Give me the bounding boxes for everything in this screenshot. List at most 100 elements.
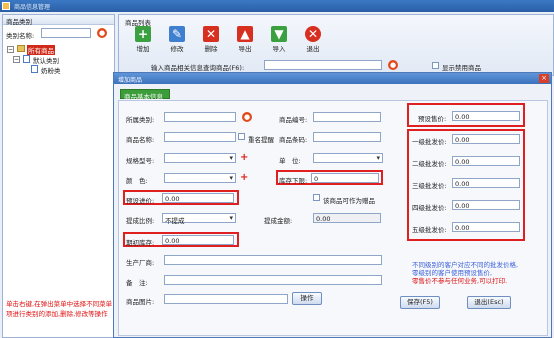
category-name-label: 类别名称: bbox=[6, 32, 35, 40]
dialog-exit-button[interactable]: 退出(Esc) bbox=[467, 296, 511, 309]
price-note-line: 零售价不参与任何业务,可以打印. bbox=[412, 277, 508, 285]
manufacturer-input[interactable] bbox=[164, 255, 382, 265]
name-duplicate-checkbox[interactable] bbox=[238, 133, 245, 140]
unit-label: 单 位: bbox=[279, 157, 301, 165]
price-note-line: 零级别的客户使用预设售价, bbox=[412, 269, 493, 277]
show-disabled-checkbox[interactable] bbox=[432, 62, 439, 69]
toolbar: + 增加 ✎ 修改 ✕ 删除 ▲ 导出 ▼ 导入 ✕ 退出 bbox=[131, 26, 351, 56]
level2-price-label: 二级批发价: bbox=[412, 160, 447, 168]
export-button[interactable]: ▲ 导出 bbox=[233, 26, 257, 56]
level1-price-input[interactable]: 0.00 bbox=[452, 134, 520, 144]
import-icon: ▼ bbox=[271, 26, 287, 42]
level4-price-input[interactable]: 0.00 bbox=[452, 200, 520, 210]
category-name-input[interactable] bbox=[41, 28, 91, 38]
folder-icon bbox=[17, 45, 25, 52]
level3-price-label: 三级批发价: bbox=[412, 182, 447, 190]
product-query-input[interactable] bbox=[264, 60, 382, 70]
add-spec-icon[interactable]: + bbox=[240, 153, 248, 163]
product-no-label: 商品编号: bbox=[279, 116, 308, 124]
add-button[interactable]: + 增加 bbox=[131, 26, 155, 56]
color-label: 颜 色: bbox=[126, 177, 148, 185]
level1-price-label: 一级批发价: bbox=[412, 138, 447, 146]
stock-limit-label: 库存下限: bbox=[279, 177, 308, 185]
show-disabled-label: 显示禁用商品 bbox=[442, 64, 481, 72]
edit-button-label: 修改 bbox=[170, 45, 184, 53]
product-query-label: 输入商品相关信息查询商品(F6): bbox=[151, 64, 245, 72]
image-operate-button[interactable]: 操作 bbox=[292, 292, 322, 305]
sale-price-input[interactable]: 0.00 bbox=[452, 111, 520, 121]
category-pane: 商品类别 类别名称: ● − 所有商品 − 默认类别 奶粉类 单击右键,在弹出菜… bbox=[2, 14, 115, 338]
product-search-button[interactable]: ● bbox=[388, 60, 398, 70]
add-button-label: 增加 bbox=[136, 45, 150, 53]
category-input[interactable] bbox=[164, 112, 236, 122]
add-product-dialog: 增加商品 × 商品基本信息 所属类别: ● 商品名称: 重名提醒 规格型号: +… bbox=[113, 72, 552, 338]
search-icon: ● bbox=[389, 61, 397, 69]
exit-button[interactable]: ✕ 退出 bbox=[301, 26, 325, 56]
import-button[interactable]: ▼ 导入 bbox=[267, 26, 291, 56]
search-icon: ● bbox=[243, 113, 251, 121]
tree-leaf-label[interactable]: 奶粉类 bbox=[41, 65, 61, 75]
level2-price-input[interactable]: 0.00 bbox=[452, 156, 520, 166]
category-icon bbox=[31, 65, 38, 73]
category-pane-header: 商品类别 bbox=[3, 15, 114, 26]
initial-stock-input[interactable]: 0.00 bbox=[162, 235, 234, 245]
edit-icon: ✎ bbox=[169, 26, 185, 42]
initial-stock-label: 期初库存: bbox=[126, 239, 155, 247]
manufacturer-label: 生产厂商: bbox=[126, 259, 155, 267]
spec-dropdown[interactable] bbox=[164, 153, 236, 163]
category-icon bbox=[23, 55, 30, 63]
add-color-icon[interactable]: + bbox=[240, 173, 248, 183]
commission-amount-input[interactable]: 0.00 bbox=[313, 213, 381, 223]
dialog-close-button[interactable]: × bbox=[539, 74, 549, 83]
commission-dropdown[interactable]: 不提成 bbox=[162, 213, 236, 225]
save-button[interactable]: 保存(F5) bbox=[400, 296, 440, 309]
edit-button[interactable]: ✎ 修改 bbox=[165, 26, 189, 56]
category-pick-button[interactable]: ● bbox=[242, 112, 252, 122]
barcode-input[interactable] bbox=[313, 132, 381, 142]
app-icon bbox=[2, 2, 10, 10]
title-bar: 商品信息管理 bbox=[0, 0, 554, 12]
delete-icon: ✕ bbox=[203, 26, 219, 42]
price-note: 不同级别的客户对应不同的批发价格, 零级别的客户使用预设售价, 零售价不参与任何… bbox=[412, 261, 552, 285]
remark-label: 备 注: bbox=[126, 279, 148, 287]
unit-dropdown[interactable] bbox=[313, 153, 383, 163]
import-button-label: 导入 bbox=[272, 45, 286, 53]
dialog-title: 增加商品 bbox=[114, 73, 551, 84]
purchase-price-label: 预设进价: bbox=[126, 197, 155, 205]
product-list-pane: 商品列表 + 增加 ✎ 修改 ✕ 删除 ▲ 导出 ▼ 导入 ✕ 退出 输入商品相… bbox=[118, 14, 554, 76]
window-title: 商品信息管理 bbox=[14, 4, 51, 11]
level5-price-input[interactable]: 0.00 bbox=[452, 222, 520, 232]
product-name-input[interactable] bbox=[164, 132, 236, 142]
product-name-label: 商品名称: bbox=[126, 136, 155, 144]
add-icon: + bbox=[135, 26, 151, 42]
commission-value: 不提成 bbox=[165, 217, 185, 225]
collapse-icon[interactable]: − bbox=[13, 56, 20, 63]
spec-label: 规格型号: bbox=[126, 157, 155, 165]
price-note-line: 不同级别的客户对应不同的批发价格, bbox=[412, 261, 519, 269]
level5-price-label: 五级批发价: bbox=[412, 226, 447, 234]
product-no-input[interactable] bbox=[313, 112, 381, 122]
stock-limit-input[interactable]: 0 bbox=[311, 173, 379, 183]
gift-checkbox[interactable] bbox=[313, 194, 320, 201]
level4-price-label: 四级批发价: bbox=[412, 204, 447, 212]
category-label: 所属类别: bbox=[126, 116, 155, 124]
category-search-button[interactable]: ● bbox=[97, 28, 107, 38]
image-input[interactable] bbox=[164, 294, 288, 304]
delete-button[interactable]: ✕ 删除 bbox=[199, 26, 223, 56]
color-dropdown[interactable] bbox=[164, 173, 236, 183]
tab-basic-info[interactable]: 商品基本信息 bbox=[120, 89, 170, 101]
name-duplicate-label: 重名提醒 bbox=[248, 136, 274, 144]
close-icon: × bbox=[541, 74, 547, 82]
collapse-icon[interactable]: − bbox=[7, 46, 14, 53]
tree-child-label[interactable]: 默认类别 bbox=[33, 55, 59, 65]
export-icon: ▲ bbox=[237, 26, 253, 42]
purchase-price-input[interactable]: 0.00 bbox=[162, 193, 234, 203]
exit-button-label: 退出 bbox=[306, 45, 320, 53]
search-icon: ● bbox=[98, 29, 106, 37]
tree-root-label[interactable]: 所有商品 bbox=[27, 45, 55, 55]
remark-input[interactable] bbox=[164, 275, 382, 285]
delete-button-label: 删除 bbox=[204, 45, 218, 53]
commission-label: 提成比例: bbox=[126, 217, 155, 225]
commission-amount-label: 提成金额: bbox=[264, 217, 293, 225]
level3-price-input[interactable]: 0.00 bbox=[452, 178, 520, 188]
